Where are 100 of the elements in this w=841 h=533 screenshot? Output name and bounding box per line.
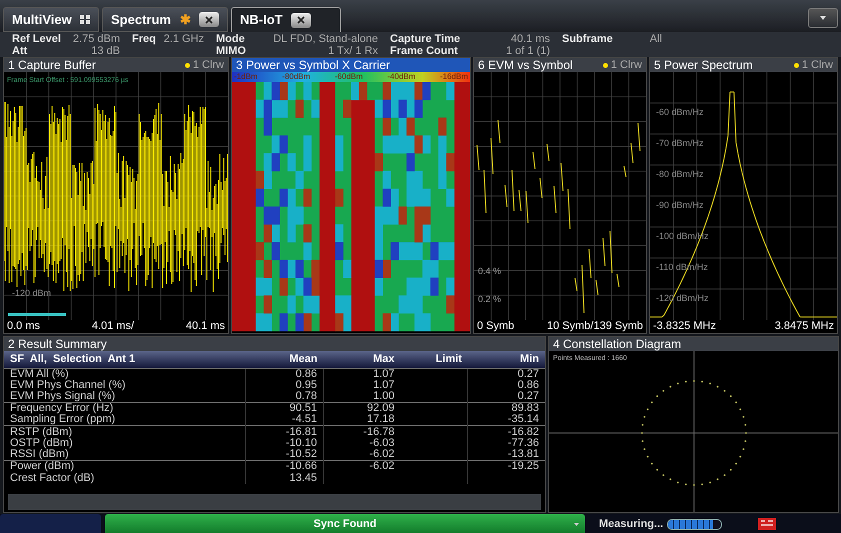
table-cell: 0.27 bbox=[468, 391, 545, 403]
setting-value: All bbox=[650, 33, 662, 45]
table-cell: 0.78 bbox=[246, 391, 324, 403]
table-cell: 17.18 bbox=[323, 414, 400, 426]
setting-value: 13 dB bbox=[91, 45, 120, 57]
axis-label: 0.0 ms bbox=[7, 320, 40, 333]
table-cell: 92.09 bbox=[323, 402, 400, 414]
table-cell: 89.83 bbox=[468, 402, 545, 414]
panel-title: 4 Constellation Diagram bbox=[553, 337, 682, 353]
caret-icon bbox=[574, 523, 579, 526]
keyboard-icon bbox=[758, 518, 776, 530]
sync-status: Sync Found bbox=[105, 514, 585, 533]
table-cell: RSSI (dBm) bbox=[4, 449, 246, 461]
legend-label: -1dBm bbox=[234, 72, 258, 82]
table-cell: -16.82 bbox=[468, 426, 545, 438]
legend-label: -40dBm bbox=[387, 72, 416, 82]
menu-button[interactable] bbox=[808, 8, 838, 28]
axis-label: -80 dBm/Hz bbox=[656, 169, 704, 179]
table-cell: -16.81 bbox=[246, 426, 324, 438]
setting-value: DL FDD, Stand-alone bbox=[273, 33, 378, 45]
close-button[interactable] bbox=[290, 12, 311, 28]
column-header: SF All, Selection Ant 1 bbox=[4, 351, 246, 368]
setting-label: MIMO bbox=[216, 45, 246, 57]
caret-icon bbox=[820, 16, 826, 20]
trace-dot-icon bbox=[794, 62, 799, 68]
column-header: Limit bbox=[400, 351, 468, 368]
close-icon bbox=[296, 16, 305, 24]
table-cell: -6.02 bbox=[323, 460, 400, 472]
setting-label: Subframe bbox=[562, 33, 613, 45]
table-cell: -10.66 bbox=[246, 460, 324, 472]
column-header: Mean bbox=[246, 351, 324, 368]
table-cell: -19.25 bbox=[468, 460, 545, 472]
axis-label: 4.01 ms/ bbox=[92, 320, 134, 333]
table-cell: RSTP (dBm) bbox=[4, 426, 246, 438]
axis-label: 40.1 ms bbox=[186, 320, 225, 333]
axis-label: -60 dBm/Hz bbox=[656, 107, 704, 117]
setting-value: 2.1 GHz bbox=[164, 33, 204, 45]
setting-value: 2.75 dBm bbox=[72, 33, 120, 45]
setting-label: Freq bbox=[132, 33, 156, 45]
table-cell: -6.02 bbox=[323, 449, 400, 461]
table-cell: -35.14 bbox=[468, 414, 545, 426]
table-cell: -10.52 bbox=[246, 449, 324, 461]
axis-label: -70 dBm/Hz bbox=[656, 138, 704, 148]
axis-label: 0.2 % bbox=[478, 294, 502, 304]
trace-label: 1 Clrw bbox=[802, 58, 833, 73]
panel-title: 1 Capture Buffer bbox=[8, 58, 96, 74]
setting-value: 1 of 1 (1) bbox=[506, 45, 550, 57]
table-cell: 1.00 bbox=[323, 391, 400, 403]
column-header: Min bbox=[468, 351, 545, 368]
close-button[interactable] bbox=[199, 12, 219, 27]
table-cell: 1.07 bbox=[323, 380, 400, 392]
legend-label: -16dBm bbox=[440, 72, 468, 82]
setting-label: Frame Count bbox=[390, 45, 458, 57]
table-cell: -10.10 bbox=[246, 438, 324, 450]
trace-dot-icon bbox=[184, 62, 190, 68]
axis-label: 0.4 % bbox=[478, 266, 502, 276]
table-cell: -4.51 bbox=[246, 414, 324, 426]
table-cell: EVM Phys Signal (%) bbox=[4, 391, 246, 403]
table-cell: 0.95 bbox=[246, 380, 324, 392]
table-cell: -77.36 bbox=[468, 438, 545, 450]
setting-label: Capture Time bbox=[390, 33, 460, 45]
table-cell: Frequency Error (Hz) bbox=[4, 402, 246, 414]
table-cell: Sampling Error (ppm) bbox=[4, 414, 246, 426]
column-header: Max bbox=[323, 351, 400, 368]
trace-dot-icon bbox=[602, 62, 608, 68]
table-cell: 0.86 bbox=[246, 368, 324, 380]
tab[interactable]: Spectrum ✱ bbox=[102, 7, 228, 32]
axis-label: -120 dBm bbox=[12, 288, 52, 298]
tab[interactable]: NB-IoT bbox=[231, 7, 341, 32]
legend-label: -60dBm bbox=[334, 72, 363, 82]
trace-label: 1 Clrw bbox=[610, 58, 642, 73]
axis-label: -3.8325 MHz bbox=[653, 320, 716, 333]
table-cell: 13.45 bbox=[246, 472, 324, 484]
table-cell: EVM All (%) bbox=[4, 368, 246, 380]
table-cell: 0.86 bbox=[468, 380, 545, 392]
setting-label: Att bbox=[12, 45, 28, 57]
legend-label: -80dBm bbox=[282, 72, 310, 82]
star-icon: ✱ bbox=[180, 10, 191, 30]
grid-icon bbox=[80, 15, 90, 24]
table-cell: 0.27 bbox=[468, 368, 545, 380]
table-cell: -13.81 bbox=[468, 449, 545, 461]
setting-value: 1 Tx/ 1 Rx bbox=[328, 45, 378, 57]
table-cell: -6.03 bbox=[323, 438, 400, 450]
axis-label: -90 dBm/Hz bbox=[656, 200, 704, 210]
table-cell: EVM Phys Channel (%) bbox=[4, 380, 246, 392]
panel-title: 2 Result Summary bbox=[8, 337, 107, 353]
table-cell: OSTP (dBm) bbox=[4, 438, 246, 450]
panel-title: 5 Power Spectrum bbox=[654, 58, 753, 74]
table-cell: 90.51 bbox=[246, 402, 324, 414]
tab[interactable]: MultiView bbox=[3, 7, 99, 32]
axis-label: 0 Symb bbox=[477, 320, 514, 333]
close-icon bbox=[205, 16, 213, 24]
panel-title: 6 EVM vs Symbol bbox=[478, 58, 573, 74]
table-cell: -16.78 bbox=[323, 426, 400, 438]
setting-label: Mode bbox=[216, 33, 245, 45]
panel-title: 3 Power vs Symbol X Carrier bbox=[236, 58, 390, 73]
table-cell: Crest Factor (dB) bbox=[4, 472, 246, 484]
setting-value: 40.1 ms bbox=[510, 33, 550, 45]
axis-label: 10 Symb/139 Symb bbox=[547, 320, 643, 333]
table-cell: 1.07 bbox=[323, 368, 400, 380]
